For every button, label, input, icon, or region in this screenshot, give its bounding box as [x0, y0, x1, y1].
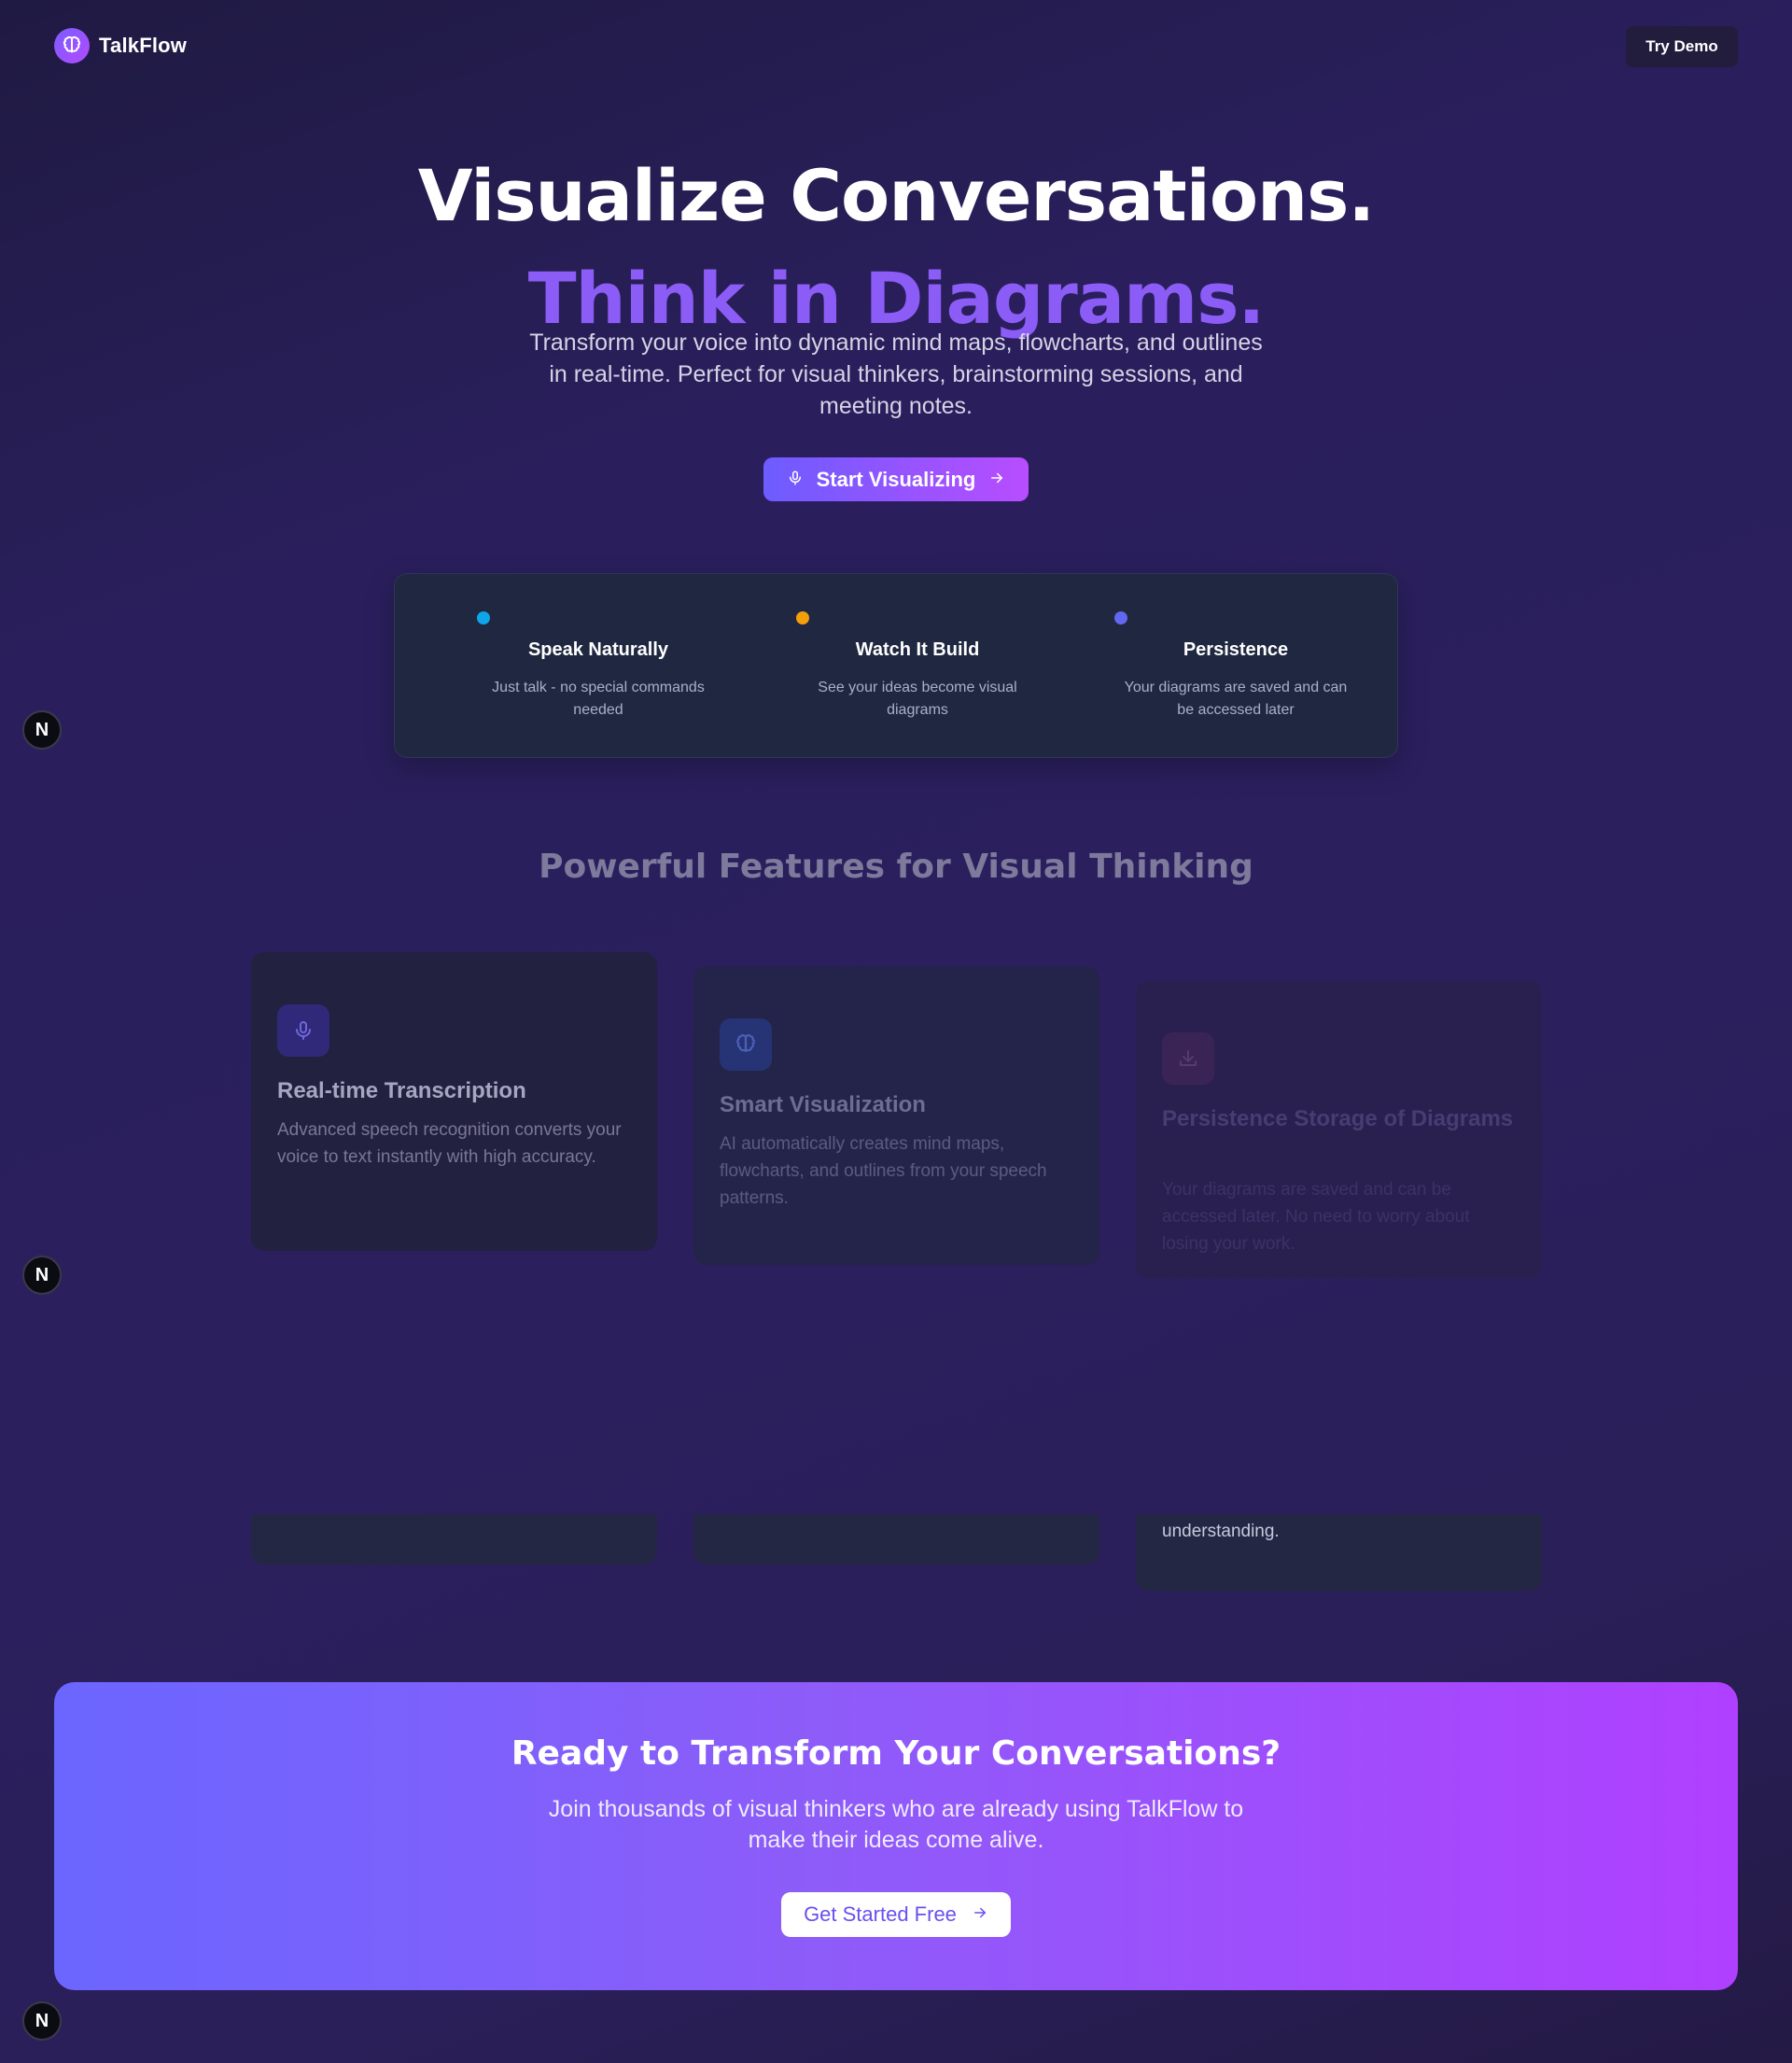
quick-features-panel: Speak Naturally Just talk - no special c…	[394, 573, 1398, 758]
hero-title-line2: Think in Diagrams.	[527, 257, 1266, 340]
quick-feature-title: Speak Naturally	[527, 639, 669, 660]
feature-card-title: Persistence Storage of Diagrams	[1162, 1106, 1514, 1131]
start-visualizing-label: Start Visualizing	[816, 467, 976, 491]
arrow-right-icon	[988, 468, 1005, 492]
hero-subtitle: Transform your voice into dynamic mind m…	[529, 330, 1263, 419]
next-badge-icon[interactable]: N	[22, 2001, 62, 2041]
blue-dot-icon	[477, 611, 490, 625]
feature-card-visualization: Smart Visualization AI automatically cre…	[693, 966, 1099, 1265]
banner-title: Ready to Transform Your Conversations?	[511, 1734, 1281, 1773]
features-section-title: Powerful Features for Visual Thinking	[539, 848, 1253, 886]
hero-title-line1: Visualize Conversations.	[417, 154, 1376, 237]
arrow-right-icon	[972, 1902, 988, 1927]
brand-name: TalkFlow	[99, 34, 188, 57]
cta-banner: Ready to Transform Your Conversations? J…	[54, 1682, 1738, 1990]
microphone-icon	[787, 468, 804, 492]
card-fragment-2	[693, 1514, 1099, 1565]
quick-feature-persistence: Persistence Your diagrams are saved and …	[1077, 574, 1394, 759]
quick-feature-build: Watch It Build See your ideas become vis…	[759, 574, 1076, 759]
card-fragment-3: understanding.	[1136, 1514, 1542, 1591]
feature-card-desc: Your diagrams are saved and can be acces…	[1162, 1180, 1470, 1254]
next-badge-icon[interactable]: N	[22, 710, 62, 750]
next-badge-icon[interactable]: N	[22, 1256, 62, 1295]
quick-feature-title: Watch It Build	[855, 639, 980, 660]
get-started-label: Get Started Free	[804, 1902, 957, 1926]
quick-feature-desc: See your ideas become visual diagrams	[818, 680, 1017, 718]
download-icon	[1162, 1032, 1214, 1085]
card-fragment-text: understanding.	[1162, 1522, 1280, 1541]
card-fragment-1	[251, 1514, 657, 1565]
banner-subtitle: Join thousands of visual thinkers who ar…	[548, 1796, 1244, 1853]
orange-dot-icon	[796, 611, 809, 625]
feature-card-title: Real-time Transcription	[277, 1078, 526, 1103]
start-visualizing-button[interactable]: Start Visualizing	[763, 457, 1029, 501]
brain-icon	[720, 1018, 772, 1071]
quick-feature-desc: Your diagrams are saved and can be acces…	[1124, 680, 1348, 718]
quick-feature-desc: Just talk - no special commands needed	[492, 680, 705, 718]
hero-title: Visualize Conversations. Think in Diagra…	[0, 159, 1792, 336]
feature-card-transcription: Real-time Transcription Advanced speech …	[251, 952, 657, 1251]
brand-logo[interactable]: TalkFlow	[54, 28, 187, 63]
feature-card-persistence: Persistence Storage of Diagrams Your dia…	[1136, 980, 1542, 1279]
brain-logo-icon	[54, 28, 90, 63]
microphone-icon	[277, 1004, 329, 1057]
get-started-free-button[interactable]: Get Started Free	[781, 1892, 1011, 1937]
indigo-dot-icon	[1114, 611, 1127, 625]
feature-card-title: Smart Visualization	[720, 1092, 926, 1117]
quick-feature-title: Persistence	[1183, 639, 1289, 660]
feature-card-desc: Advanced speech recognition converts you…	[277, 1120, 622, 1167]
quick-feature-speak: Speak Naturally Just talk - no special c…	[440, 574, 757, 759]
try-demo-button[interactable]: Try Demo	[1626, 26, 1738, 67]
feature-card-desc: AI automatically creates mind maps, flow…	[720, 1134, 1047, 1208]
